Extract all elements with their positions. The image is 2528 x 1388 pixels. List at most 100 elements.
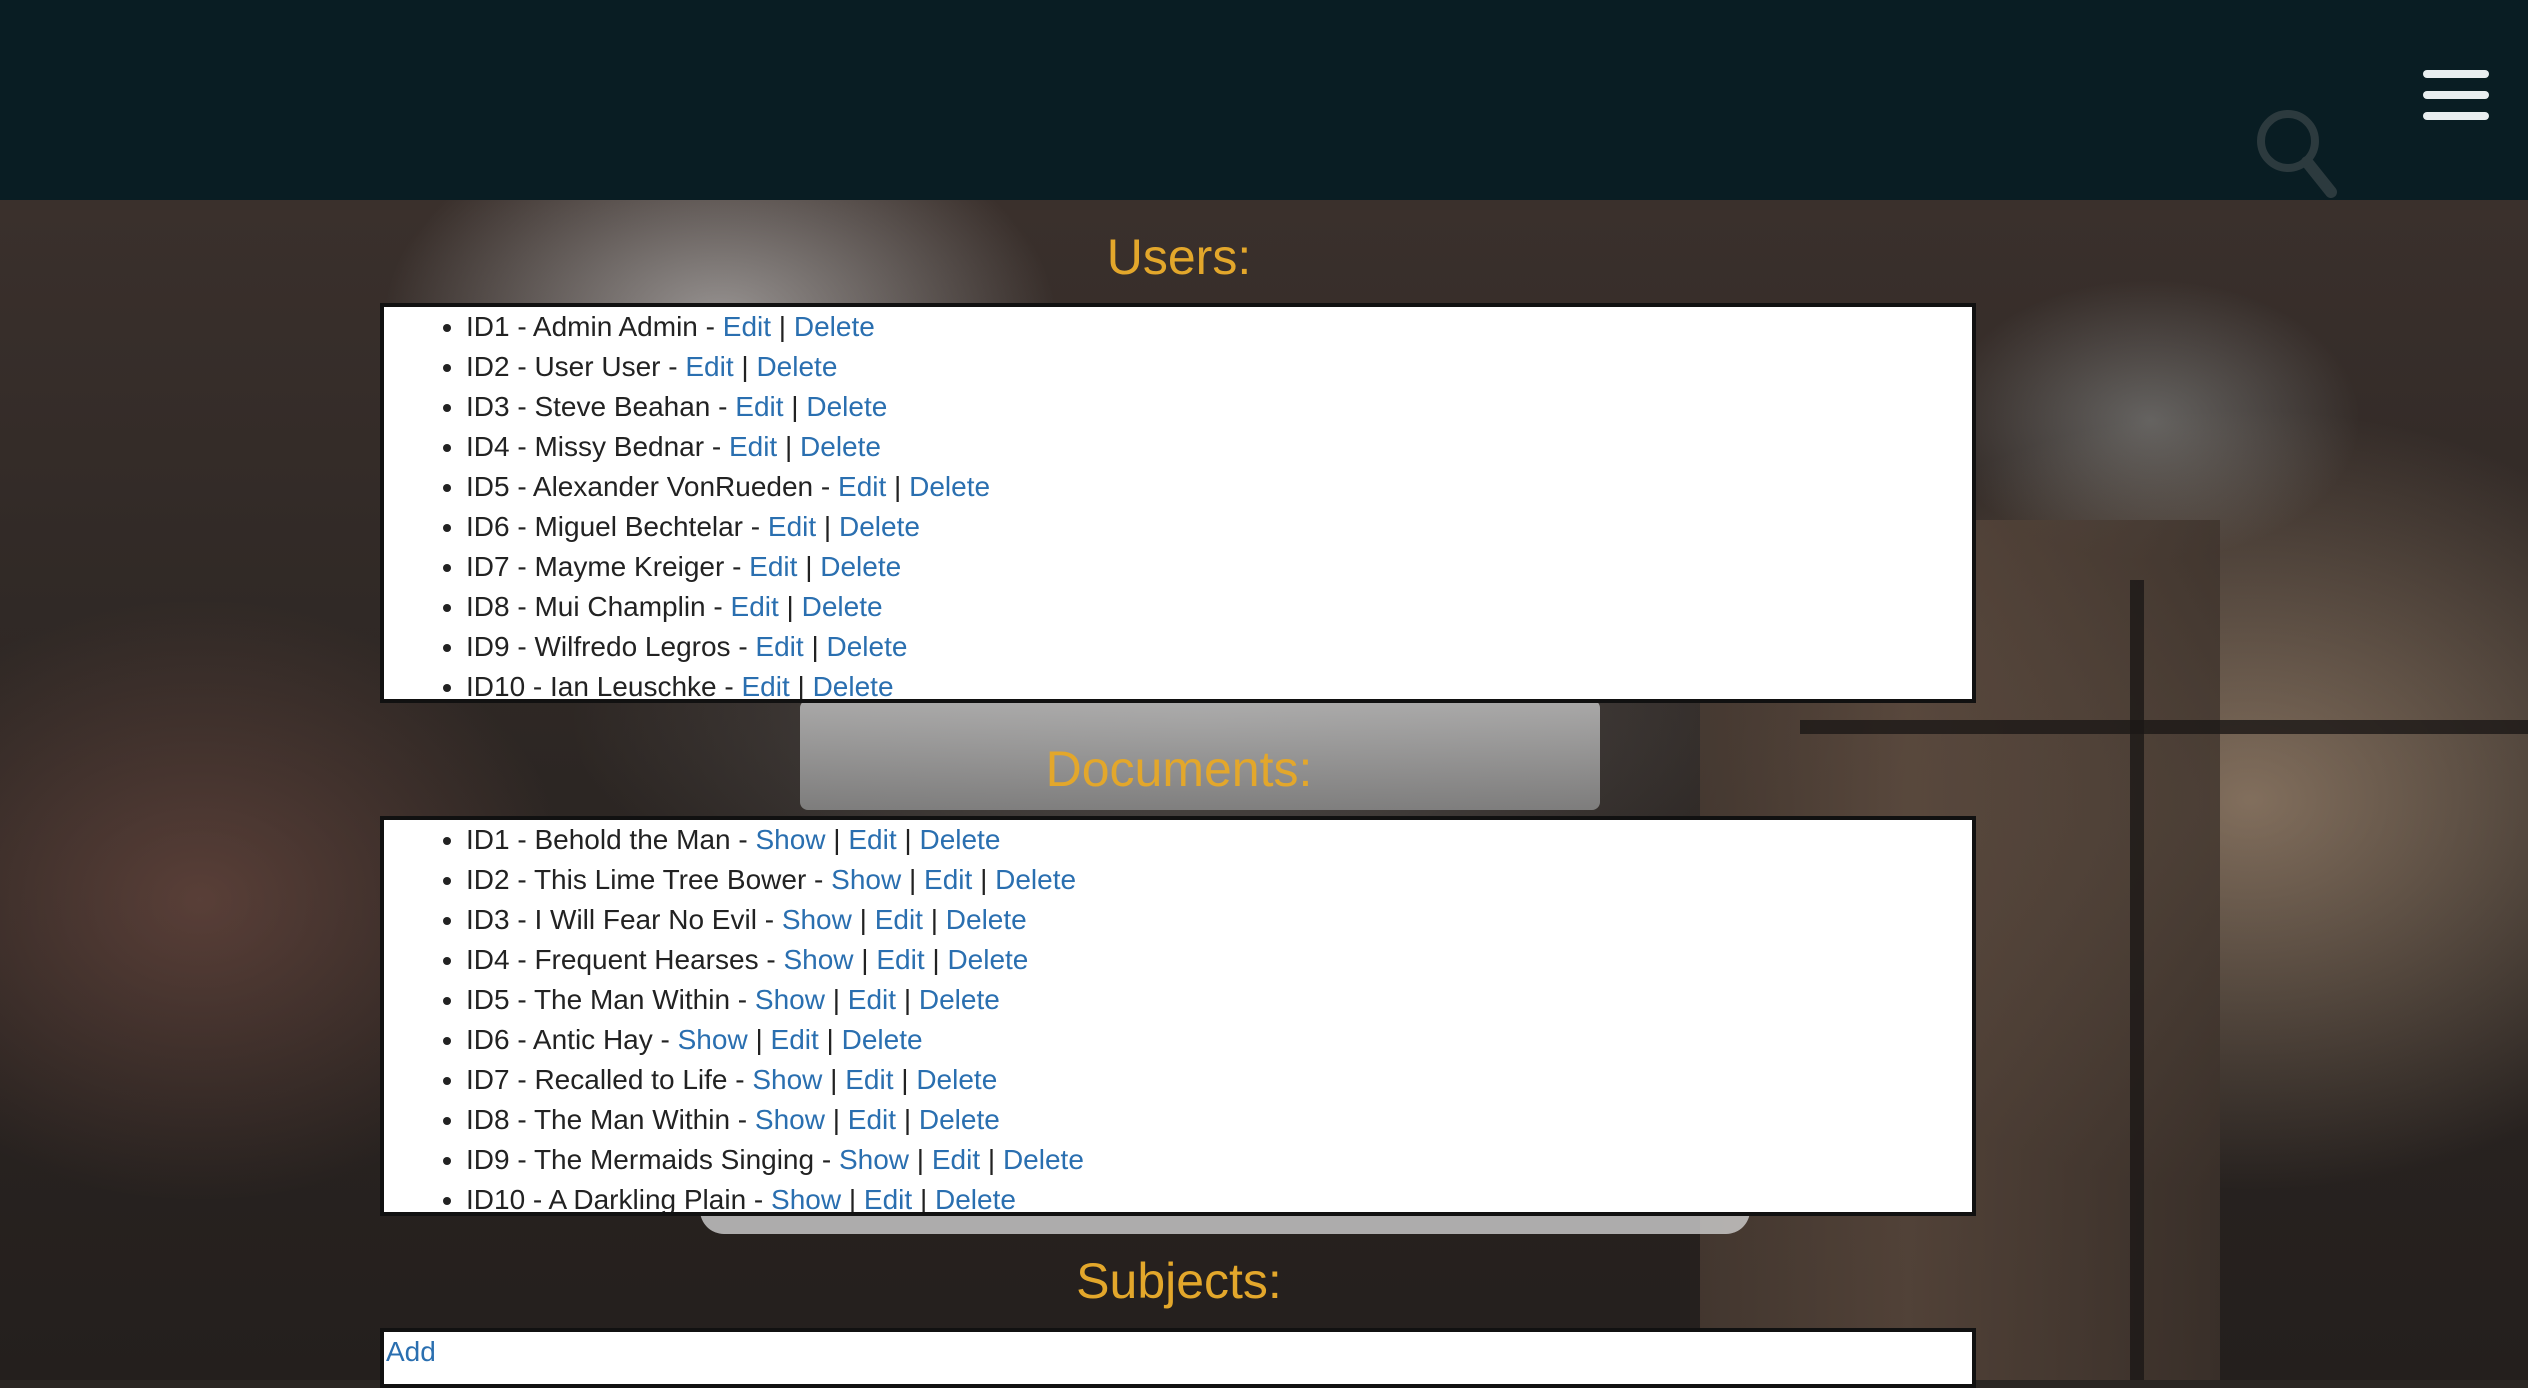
delete-user-link[interactable]: Delete [806,391,887,422]
edit-document-link[interactable]: Edit [876,944,924,975]
link-separator: | [818,1024,842,1055]
edit-document-link[interactable]: Edit [845,1064,893,1095]
user-list-item: ID9 - Wilfredo Legros - Edit | Delete [466,627,1972,667]
top-header [0,0,2528,200]
delete-user-link[interactable]: Delete [800,431,881,462]
subjects-panel: Add [380,1328,1976,1388]
edit-user-link[interactable]: Edit [768,511,816,542]
user-list-item: ID4 - Missy Bednar - Edit | Delete [466,427,1972,467]
delete-user-link[interactable]: Delete [909,471,990,502]
edit-document-link[interactable]: Edit [875,904,923,935]
link-separator: | [783,391,807,422]
document-list-item: ID1 - Behold the Man - Show | Edit | Del… [466,820,1972,860]
user-list-item: ID7 - Mayme Kreiger - Edit | Delete [466,547,1972,587]
edit-document-link[interactable]: Edit [848,824,896,855]
edit-user-link[interactable]: Edit [741,671,789,699]
edit-user-link[interactable]: Edit [729,431,777,462]
link-separator: | [901,864,925,895]
delete-user-link[interactable]: Delete [802,591,883,622]
edit-user-link[interactable]: Edit [749,551,797,582]
document-list-item: ID8 - The Man Within - Show | Edit | Del… [466,1100,1972,1140]
link-separator: | [922,904,946,935]
edit-user-link[interactable]: Edit [723,311,771,342]
document-list-item: ID6 - Antic Hay - Show | Edit | Delete [466,1020,1972,1060]
user-label: ID3 - Steve Beahan - [466,391,736,422]
delete-user-link[interactable]: Delete [794,311,875,342]
delete-document-link[interactable]: Delete [919,1104,1000,1135]
show-document-link[interactable]: Show [831,864,901,895]
document-list-item: ID3 - I Will Fear No Evil - Show | Edit … [466,900,1972,940]
menu-bar [2423,91,2489,99]
delete-user-link[interactable]: Delete [820,551,901,582]
documents-panel[interactable]: ID1 - Behold the Man - Show | Edit | Del… [380,816,1976,1216]
delete-user-link[interactable]: Delete [756,351,837,382]
user-list-item: ID1 - Admin Admin - Edit | Delete [466,307,1972,347]
show-document-link[interactable]: Show [783,944,853,975]
delete-document-link[interactable]: Delete [935,1184,1016,1212]
link-separator: | [822,1064,846,1095]
link-separator: | [909,1144,932,1175]
link-separator: | [886,471,910,502]
link-separator: | [841,1184,864,1215]
delete-document-link[interactable]: Delete [842,1024,923,1055]
link-separator: | [912,1184,936,1215]
delete-document-link[interactable]: Delete [916,1064,997,1095]
edit-user-link[interactable]: Edit [838,471,886,502]
edit-document-link[interactable]: Edit [864,1184,912,1212]
delete-document-link[interactable]: Delete [947,944,1028,975]
edit-document-link[interactable]: Edit [848,984,896,1015]
link-separator: | [980,1144,1003,1175]
user-label: ID7 - Mayme Kreiger - [466,551,750,582]
user-list-item: ID2 - User User - Edit | Delete [466,347,1972,387]
delete-document-link[interactable]: Delete [919,824,1000,855]
show-document-link[interactable]: Show [771,1184,841,1212]
delete-user-link[interactable]: Delete [839,511,920,542]
user-label: ID10 - Ian Leuschke - [466,671,742,702]
document-label: ID1 - Behold the Man - [466,824,756,855]
user-label: ID6 - Miguel Bechtelar - [466,511,768,542]
document-label: ID3 - I Will Fear No Evil - [466,904,782,935]
document-list-item: ID7 - Recalled to Life - Show | Edit | D… [466,1060,1972,1100]
show-document-link[interactable]: Show [752,1064,822,1095]
edit-document-link[interactable]: Edit [771,1024,819,1055]
link-separator: | [733,351,757,382]
show-document-link[interactable]: Show [755,1104,825,1135]
link-separator: | [896,1104,919,1135]
delete-user-link[interactable]: Delete [813,671,894,699]
show-document-link[interactable]: Show [839,1144,909,1175]
user-label: ID9 - Wilfredo Legros - [466,631,756,662]
document-label: ID5 - The Man Within - [466,984,755,1015]
edit-document-link[interactable]: Edit [848,1104,896,1135]
show-document-link[interactable]: Show [755,824,825,855]
link-separator: | [771,311,794,342]
delete-document-link[interactable]: Delete [946,904,1027,935]
edit-document-link[interactable]: Edit [924,864,972,895]
user-list-item: ID3 - Steve Beahan - Edit | Delete [466,387,1972,427]
link-separator: | [893,1064,917,1095]
search-icon[interactable] [2255,108,2337,198]
user-list-item: ID5 - Alexander VonRueden - Edit | Delet… [466,467,1972,507]
delete-document-link[interactable]: Delete [995,864,1076,895]
link-separator: | [853,944,877,975]
user-label: ID4 - Missy Bednar - [466,431,729,462]
edit-document-link[interactable]: Edit [932,1144,980,1175]
users-panel[interactable]: ID1 - Admin Admin - Edit | DeleteID2 - U… [380,303,1976,703]
menu-bar [2423,70,2489,78]
edit-user-link[interactable]: Edit [685,351,733,382]
add-subject-link[interactable]: Add [384,1332,1972,1372]
link-separator: | [789,671,813,702]
show-document-link[interactable]: Show [782,904,852,935]
edit-user-link[interactable]: Edit [755,631,803,662]
edit-user-link[interactable]: Edit [731,591,779,622]
document-list-item: ID10 - A Darkling Plain - Show | Edit | … [466,1180,1972,1215]
users-title: Users: [1106,229,1252,285]
delete-document-link[interactable]: Delete [1003,1144,1084,1175]
edit-user-link[interactable]: Edit [735,391,783,422]
link-separator: | [816,511,839,542]
document-list-item: ID5 - The Man Within - Show | Edit | Del… [466,980,1972,1020]
show-document-link[interactable]: Show [755,984,825,1015]
show-document-link[interactable]: Show [678,1024,748,1055]
delete-document-link[interactable]: Delete [919,984,1000,1015]
hamburger-menu-icon[interactable] [2423,70,2489,120]
delete-user-link[interactable]: Delete [827,631,908,662]
